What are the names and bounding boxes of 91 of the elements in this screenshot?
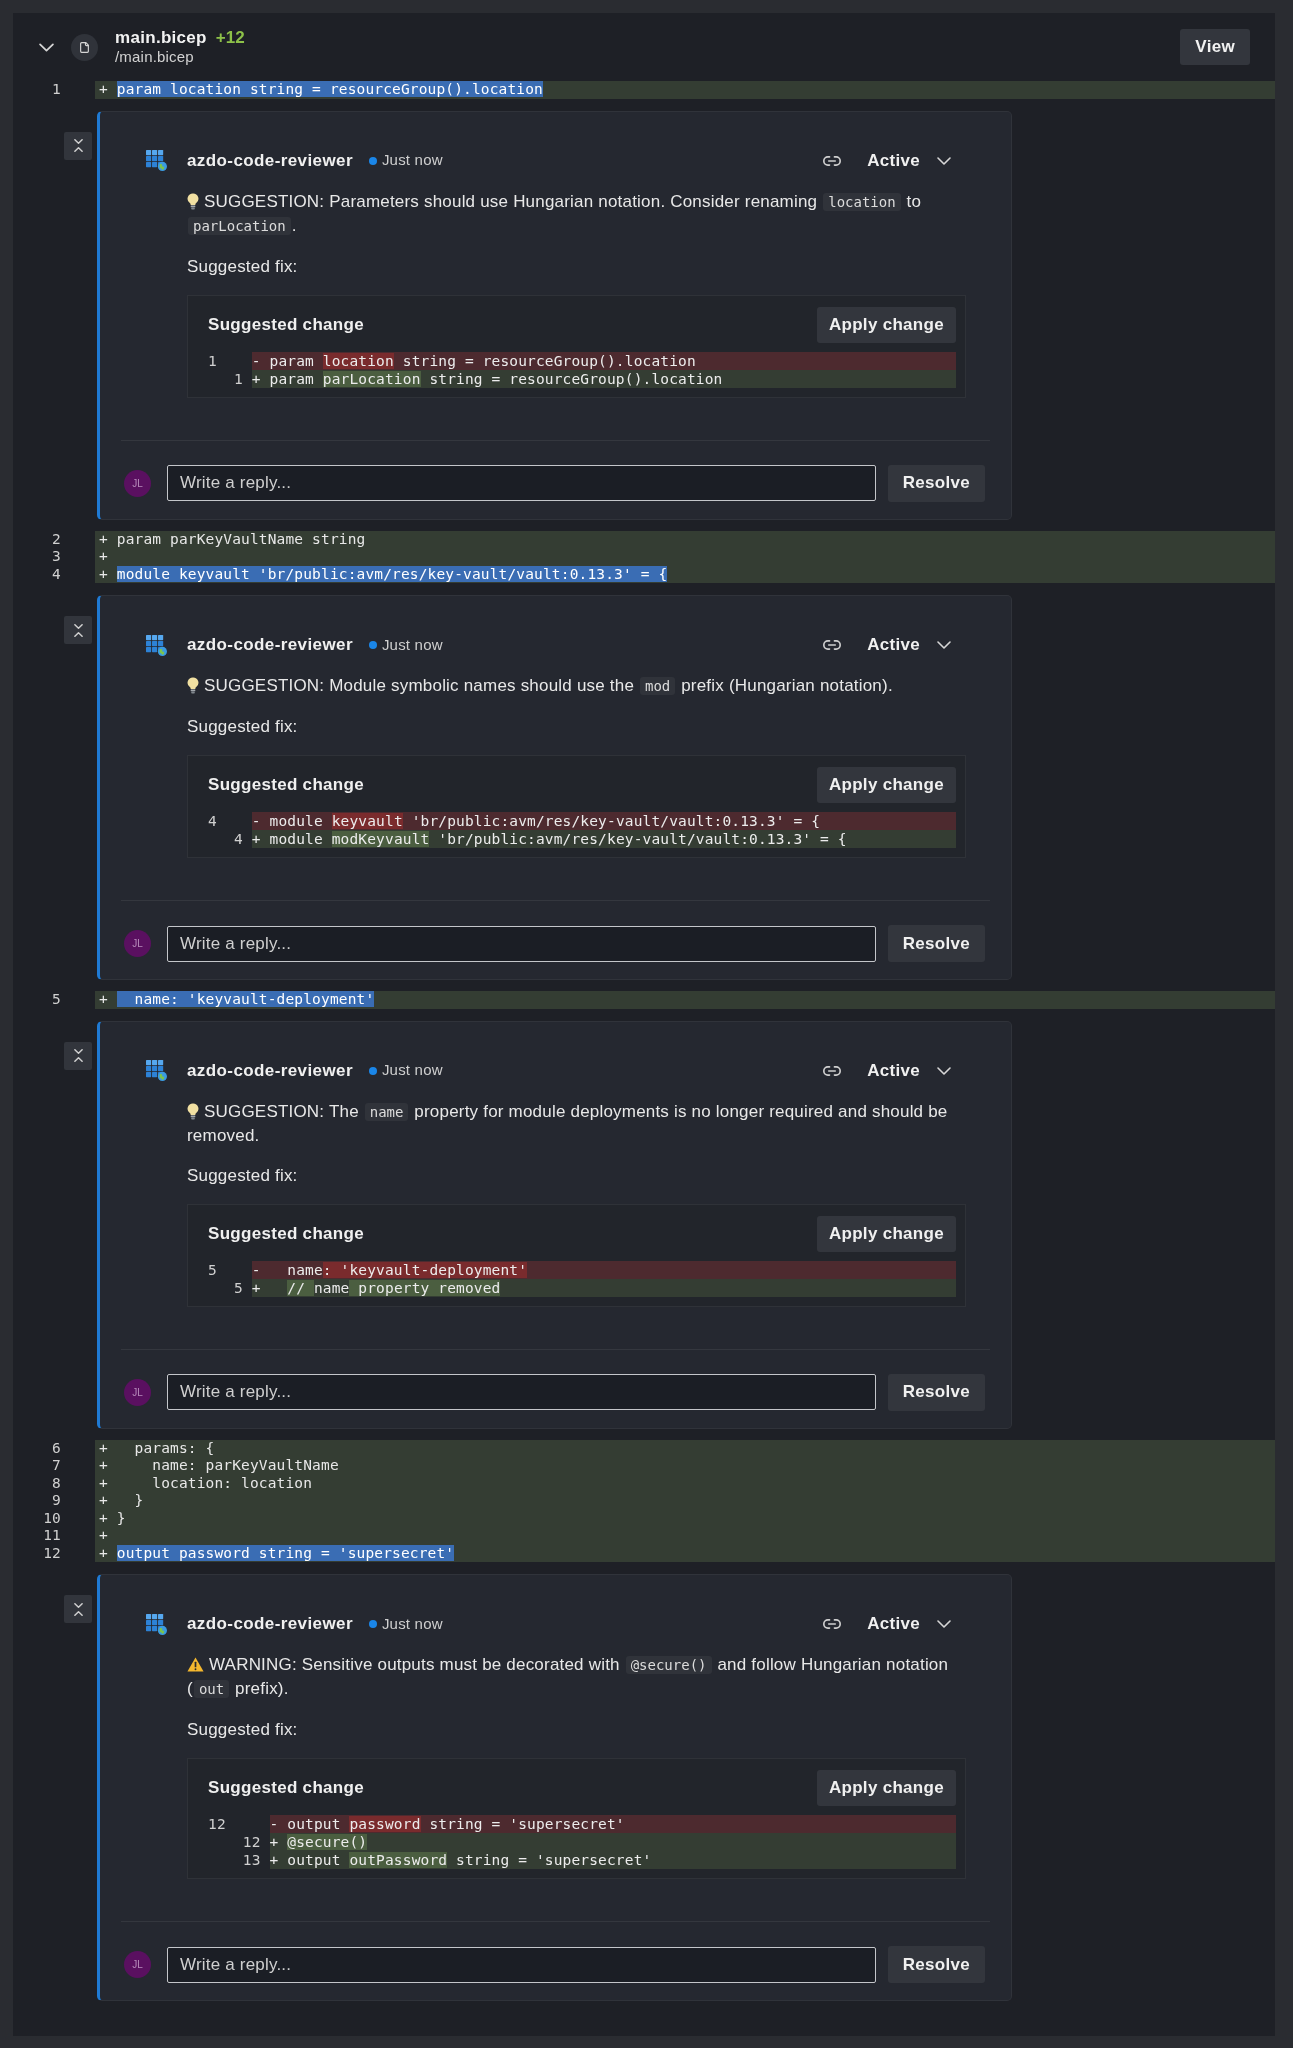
fix-label: Suggested fix: [187, 1719, 299, 1741]
line-number: 1 [208, 352, 217, 369]
timestamp: Just now [381, 1613, 443, 1634]
status-dropdown[interactable]: Active [867, 1611, 951, 1637]
apply-change-button[interactable]: Apply change [816, 1770, 956, 1806]
link-icon[interactable] [823, 1619, 842, 1629]
resolve-button[interactable]: Resolve [887, 464, 985, 502]
warning-icon [187, 1657, 204, 1672]
timestamp: Just now [381, 1060, 443, 1081]
view-button[interactable]: View [1180, 29, 1250, 65]
apply-change-button[interactable]: Apply change [816, 306, 956, 343]
author-name: azdo-code-reviewer [187, 1613, 353, 1636]
line-number: 8 [52, 1474, 61, 1491]
line-number: 2 [52, 530, 61, 547]
reply-input[interactable]: Write a reply... [167, 1374, 876, 1410]
line-number: 5 [233, 1279, 243, 1296]
collapse-icon [73, 623, 83, 637]
line-number: 13 [242, 1852, 261, 1868]
link-icon[interactable] [823, 155, 842, 166]
line-number: 1 [52, 81, 61, 97]
suggestion-title: Suggested change [208, 313, 364, 336]
comment-text: SUGGESTION: The name property for module deployments is no longer required and should be removed. [187, 1100, 949, 1147]
line-number: 10 [43, 1509, 61, 1526]
apply-change-button[interactable]: Apply change [816, 1215, 956, 1252]
resolve-button[interactable]: Resolve [887, 1373, 985, 1411]
grid-avatar-icon [146, 634, 167, 656]
comment-text: WARNING: Sensitive outputs must be decorated with @secure() and follow Hungarian notation ( out prefix). [187, 1654, 950, 1700]
line-number: 1 [233, 370, 243, 387]
suggestion-title: Suggested change [208, 774, 364, 797]
user-avatar: JL [124, 469, 151, 497]
grid-avatar-icon [146, 1613, 167, 1635]
collapse-button[interactable] [64, 1595, 92, 1623]
user-avatar: JL [124, 930, 151, 957]
user-avatar: JL [124, 1951, 151, 1978]
suggestion-title: Suggested change [208, 1777, 364, 1800]
status-dropdown[interactable]: Active [867, 147, 951, 174]
line-number: 3 [52, 548, 61, 564]
collapse-button[interactable] [64, 131, 92, 160]
timestamp: Just now [381, 150, 443, 171]
line-number: 4 [52, 565, 61, 582]
reply-input[interactable]: Write a reply... [167, 465, 876, 501]
chevron-down-icon [937, 1066, 951, 1075]
resolve-button[interactable]: Resolve [887, 925, 985, 962]
line-number: 7 [52, 1457, 61, 1473]
collapse-button[interactable] [64, 1041, 92, 1070]
link-icon[interactable] [823, 640, 842, 650]
comment-text: SUGGESTION: Module symbolic names should use the mod prefix (Hungarian notation). [203, 675, 894, 697]
file-path: /main.bicep [115, 48, 195, 66]
chevron-down-icon [937, 641, 951, 649]
author-name: azdo-code-reviewer [187, 1059, 353, 1082]
suggestion-title: Suggested change [208, 1222, 364, 1245]
line-number: 4 [208, 813, 217, 829]
author-name: azdo-code-reviewer [187, 634, 353, 657]
chevron-down-icon[interactable] [39, 42, 54, 52]
lightbulb-icon [187, 1102, 199, 1120]
user-avatar: JL [124, 1378, 151, 1406]
additions-count: +12 [215, 28, 245, 48]
resolve-button[interactable]: Resolve [887, 1946, 985, 1983]
file-name: main.bicep [115, 28, 207, 48]
status-dropdown[interactable]: Active [867, 632, 951, 658]
line-number: 9 [52, 1492, 61, 1508]
link-icon[interactable] [823, 1065, 842, 1076]
reply-input[interactable]: Write a reply... [167, 925, 876, 962]
timestamp: Just now [381, 634, 443, 655]
fix-label: Suggested fix: [187, 716, 299, 738]
grid-avatar-icon [146, 1060, 167, 1081]
lightbulb-icon [187, 677, 199, 694]
line-number: 12 [242, 1834, 261, 1850]
file-icon [71, 33, 98, 61]
apply-change-button[interactable]: Apply change [816, 767, 956, 803]
reply-input[interactable]: Write a reply... [167, 1946, 876, 1983]
chevron-down-icon [937, 156, 951, 165]
collapse-button[interactable] [64, 616, 92, 644]
line-number: 5 [52, 991, 61, 1007]
line-number: 12 [43, 1544, 61, 1561]
line-number: 5 [208, 1261, 217, 1278]
author-name: azdo-code-reviewer [187, 149, 353, 172]
collapse-icon [73, 139, 83, 152]
line-number: 11 [43, 1527, 61, 1543]
chevron-down-icon [937, 1620, 951, 1628]
comment-text: SUGGESTION: Parameters should use Hungarian notation. Consider renaming location to parLocation . [187, 189, 966, 238]
fix-label: Suggested fix: [187, 1164, 299, 1187]
line-number: 4 [233, 831, 243, 847]
grid-avatar-icon [146, 150, 167, 171]
collapse-icon [73, 1049, 83, 1062]
collapse-icon [73, 1602, 83, 1616]
line-number: 6 [52, 1439, 61, 1456]
lightbulb-icon [187, 192, 199, 210]
fix-label: Suggested fix: [187, 255, 299, 278]
line-number: 12 [208, 1816, 226, 1832]
status-dropdown[interactable]: Active [867, 1057, 951, 1084]
